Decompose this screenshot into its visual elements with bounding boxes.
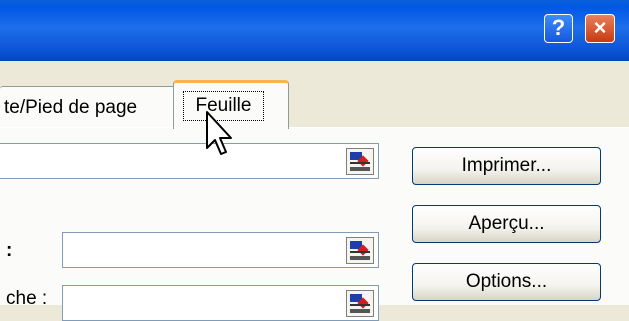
mouse-pointer-icon (206, 111, 232, 155)
range-picker-icon[interactable] (346, 237, 374, 264)
preview-button[interactable]: Aperçu... (412, 205, 601, 243)
rows-to-repeat-label: : (6, 240, 13, 261)
columns-to-repeat-label: che : (6, 288, 48, 309)
print-button[interactable]: Imprimer... (412, 147, 601, 185)
tab-header-footer[interactable]: te/Pied de page (0, 86, 175, 127)
range-picker-icon[interactable] (346, 148, 374, 175)
rows-to-repeat-field[interactable] (62, 232, 379, 268)
range-picker-icon[interactable] (346, 290, 374, 317)
print-area-field[interactable] (0, 143, 379, 179)
help-button[interactable]: ? (544, 14, 573, 43)
columns-to-repeat-field[interactable] (62, 285, 379, 321)
options-button[interactable]: Options... (412, 263, 601, 301)
tab-label: te/Pied de page (4, 97, 138, 118)
title-bar: ? × (0, 0, 629, 61)
close-button[interactable]: × (585, 14, 615, 43)
